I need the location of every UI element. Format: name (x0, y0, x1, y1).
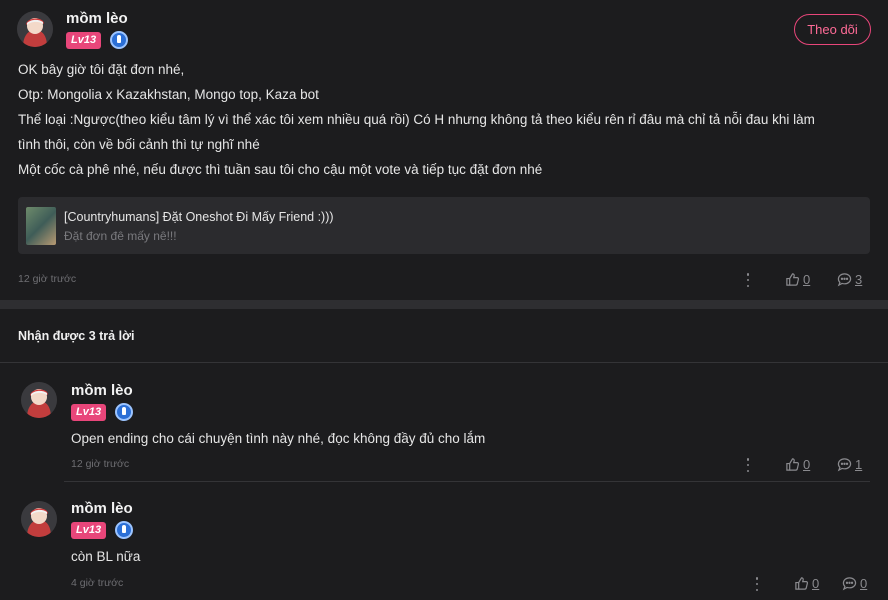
like-count: 0 (803, 456, 811, 472)
avatar-image (21, 501, 57, 537)
follow-button[interactable]: Theo dõi (794, 14, 871, 45)
level-badge: Lv13 (71, 404, 107, 421)
avatar-image (21, 382, 57, 418)
vip-badge-icon (115, 403, 133, 421)
post-content-line: tình thôi, còn về bối cảnh thì tự nghĩ n… (18, 137, 260, 152)
story-title: [Countryhumans] Đặt Oneshot Đi Mấy Frien… (64, 210, 334, 224)
like-count: 0 (803, 271, 811, 287)
comment-button[interactable]: 0 (842, 575, 867, 591)
comment-count: 3 (855, 271, 863, 287)
like-button[interactable]: 0 (785, 456, 810, 472)
vip-badge-icon (115, 521, 133, 539)
divider (0, 362, 888, 363)
vip-badge-icon (110, 31, 128, 49)
story-thumbnail (26, 207, 56, 245)
comment-button[interactable]: 3 (837, 271, 862, 287)
avatar[interactable] (21, 382, 57, 418)
comment-bubble-icon (842, 576, 857, 590)
author-name[interactable]: mồm lèo (66, 10, 128, 27)
level-badge: Lv13 (71, 522, 107, 539)
comment-bubble-icon (837, 272, 852, 286)
section-divider (0, 300, 888, 309)
post-content-line: Một cốc cà phê nhé, nếu được thì tuần sa… (18, 162, 543, 177)
post-content-line: Otp: Mongolia x Kazakhstan, Mongo top, K… (18, 87, 319, 102)
thumb-up-icon (795, 576, 809, 590)
comment-button[interactable]: 1 (837, 456, 862, 472)
like-button[interactable]: 0 (785, 271, 810, 287)
story-link-card[interactable]: [Countryhumans] Đặt Oneshot Đi Mấy Frien… (18, 197, 870, 254)
post-timestamp: 12 giờ trước (18, 273, 77, 285)
comment-count: 1 (855, 456, 863, 472)
comment-bubble-icon (837, 457, 852, 471)
like-count: 0 (812, 575, 820, 591)
more-vertical-icon[interactable] (746, 458, 750, 472)
thumb-up-icon (786, 272, 800, 286)
replies-heading: Nhận được 3 trả lời (18, 329, 135, 343)
reply-timestamp: 12 giờ trước (71, 458, 130, 470)
reply-content: còn BL nữa (71, 549, 141, 564)
thumb-up-icon (786, 457, 800, 471)
reply-content: Open ending cho cái chuyện tình này nhé,… (71, 431, 486, 446)
author-name[interactable]: mồm lèo (71, 500, 133, 517)
author-name[interactable]: mồm lèo (71, 382, 133, 399)
level-badge: Lv13 (66, 32, 102, 49)
avatar[interactable] (21, 501, 57, 537)
post-content-line: Thể loại :Ngược(theo kiểu tâm lý vì thể … (18, 112, 815, 127)
divider (64, 481, 870, 482)
like-button[interactable]: 0 (794, 575, 819, 591)
story-subtitle: Đặt đơn đê mấy nê!!! (64, 229, 177, 243)
more-vertical-icon[interactable] (746, 273, 750, 287)
avatar-image (17, 11, 53, 47)
comment-count: 0 (860, 575, 868, 591)
post-content-line: OK bây giờ tôi đặt đơn nhé, (18, 62, 185, 77)
reply-timestamp: 4 giờ trước (71, 577, 124, 589)
avatar[interactable] (17, 11, 53, 47)
more-vertical-icon[interactable] (755, 577, 759, 591)
